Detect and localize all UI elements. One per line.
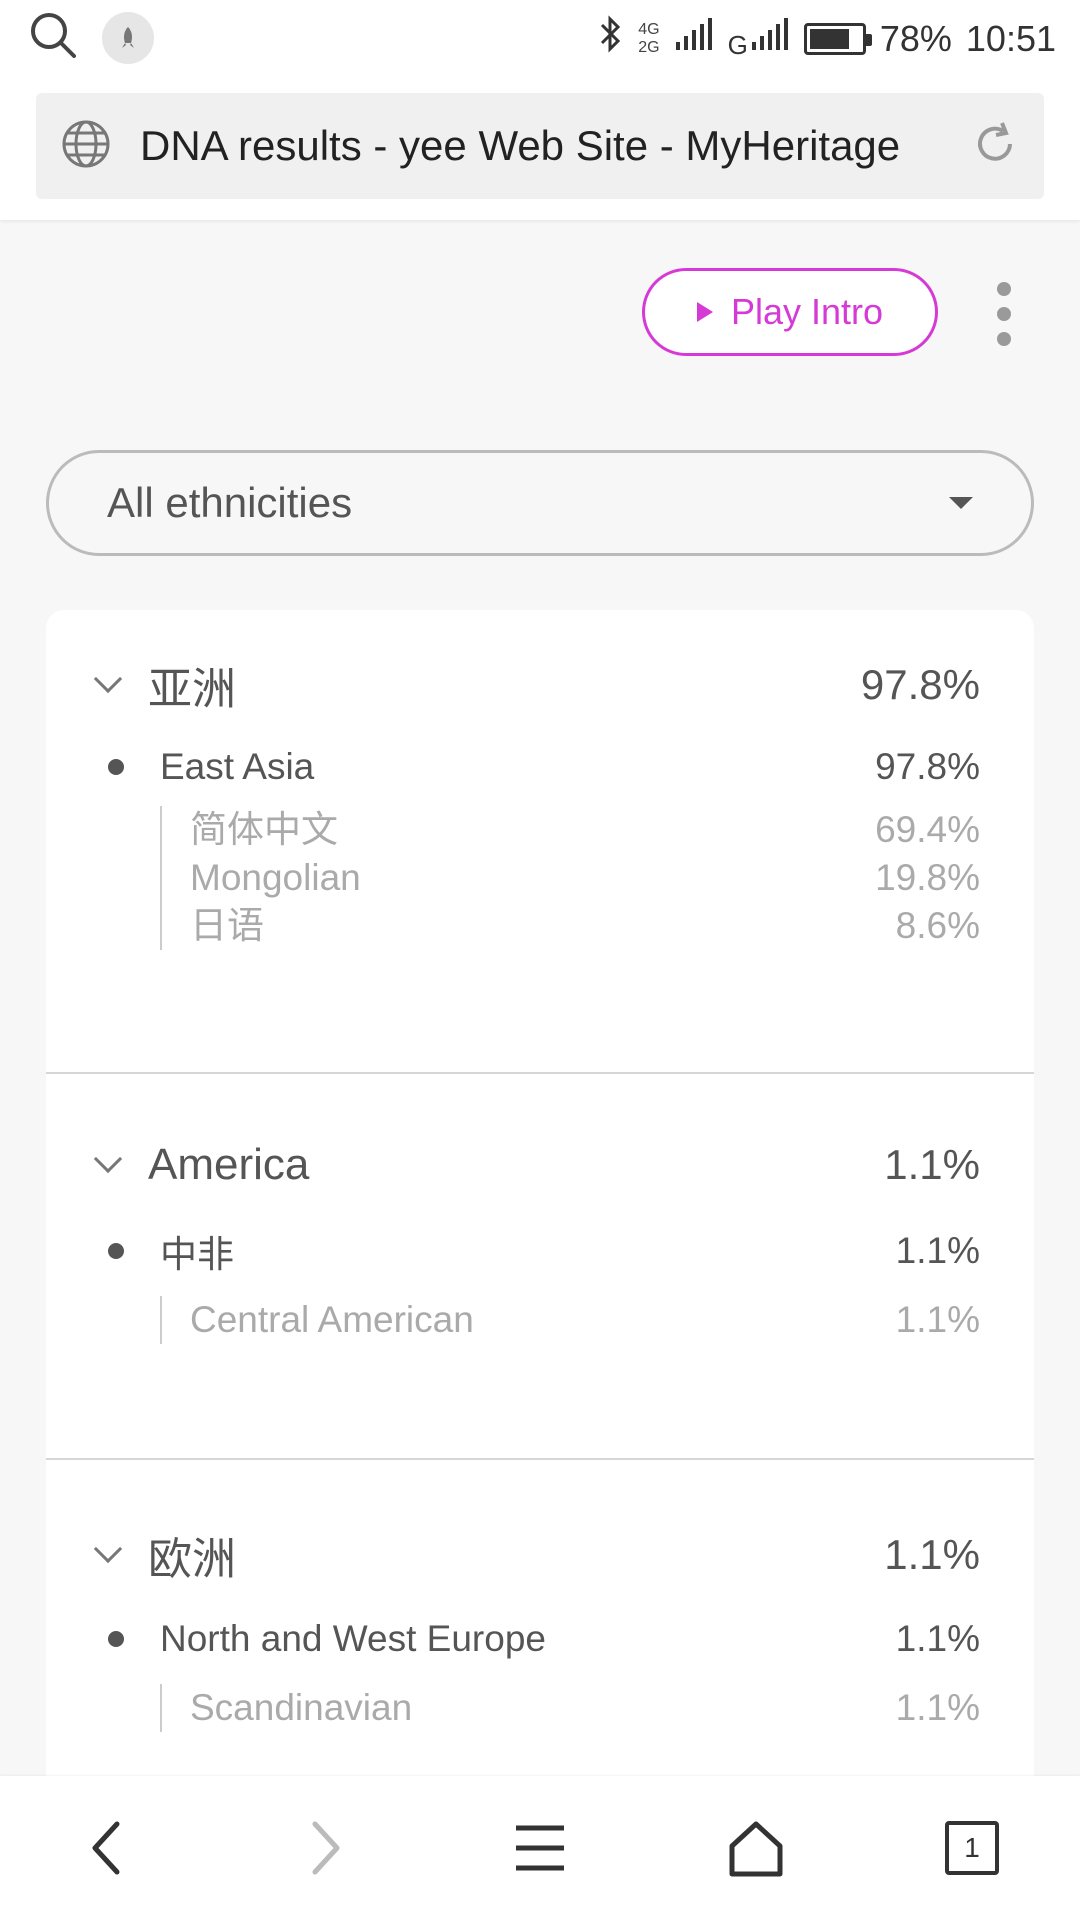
more-options-icon[interactable]	[990, 282, 1018, 346]
subregion-percent: 97.8%	[875, 746, 980, 787]
detail-percent: 1.1%	[895, 1687, 980, 1728]
subregion-percent: 1.1%	[895, 1618, 980, 1659]
play-intro-button[interactable]: Play Intro	[642, 268, 938, 356]
chevron-down-icon	[93, 1144, 123, 1174]
subregion-name: East Asia	[160, 746, 315, 787]
region-name: America	[148, 1140, 310, 1189]
detail-percent: 8.6%	[895, 905, 980, 946]
carrier-mark: G	[727, 30, 748, 60]
menu-icon	[516, 1825, 564, 1871]
detail-row: Scandinavian 1.1%	[190, 1684, 980, 1732]
region-percent: 97.8%	[860, 661, 980, 708]
detail-percent: 69.4%	[875, 809, 980, 850]
region-america: America 1.1% 中非 1.1% Central American 1.…	[46, 1090, 1034, 1460]
ethnicity-card: 亚洲 97.8% East Asia 97.8% 简体中文 69.4% Mong…	[46, 610, 1034, 1776]
rocket-icon[interactable]	[102, 11, 154, 64]
chevron-down-icon	[93, 1534, 123, 1564]
reload-icon[interactable]	[970, 119, 1020, 174]
signal-group-2: G	[728, 16, 790, 61]
detail-row: Mongolian 19.8%	[190, 854, 980, 902]
detail-row: 日语 8.6%	[190, 902, 980, 950]
clock: 10:51	[965, 17, 1056, 59]
network-top-label: 4G	[638, 20, 660, 38]
more-dot	[997, 307, 1011, 321]
bluetooth-icon	[598, 14, 624, 63]
chevron-down-icon	[93, 664, 123, 694]
signal-icon-1	[674, 16, 714, 61]
filter-selected-value: All ethnicities	[107, 479, 353, 526]
region-percent: 1.1%	[884, 1141, 980, 1188]
address-bar[interactable]: DNA results - yee Web Site - MyHeritage	[36, 93, 1044, 199]
detail-row: 简体中文 69.4%	[190, 806, 980, 854]
region-header[interactable]: 亚洲 97.8%	[46, 610, 1034, 760]
detail-list: 简体中文 69.4% Mongolian 19.8% 日语 8.6%	[160, 806, 980, 950]
subregion-row: North and West Europe 1.1%	[46, 1614, 1034, 1664]
globe-icon	[60, 118, 112, 175]
home-icon	[729, 1821, 783, 1877]
battery-percent: 78%	[879, 17, 952, 59]
page-title-url[interactable]: DNA results - yee Web Site - MyHeritage	[140, 122, 970, 170]
page-content: Play Intro All ethnicities 亚洲 97.8% East…	[0, 220, 1080, 1776]
back-button[interactable]	[63, 1803, 153, 1893]
region-header[interactable]: America 1.1%	[46, 1090, 1034, 1240]
region-europe: 欧洲 1.1% North and West Europe 1.1% Scand…	[46, 1480, 1034, 1776]
home-button[interactable]	[711, 1803, 801, 1893]
more-dot	[997, 332, 1011, 346]
bullet-dot	[108, 1631, 124, 1647]
region-percent: 1.1%	[884, 1531, 980, 1578]
subregion-row: East Asia 97.8%	[46, 742, 1034, 792]
signal-icon-2	[750, 16, 790, 61]
dropdown-arrow-icon	[949, 497, 973, 509]
browser-nav-bar: 1	[0, 1776, 1080, 1920]
subregion-percent: 1.1%	[895, 1230, 980, 1271]
forward-button[interactable]	[279, 1803, 369, 1893]
play-intro-label: Play Intro	[730, 291, 884, 332]
detail-name: 简体中文	[190, 809, 338, 850]
detail-row: Central American 1.1%	[190, 1296, 980, 1344]
ethnicity-filter-select[interactable]: All ethnicities	[46, 450, 1034, 556]
search-icon[interactable]	[28, 10, 78, 65]
detail-name: Scandinavian	[190, 1687, 413, 1728]
more-dot	[997, 282, 1011, 296]
forward-arrow-icon	[312, 1821, 340, 1875]
bullet-dot	[108, 759, 124, 775]
browser-toolbar: DNA results - yee Web Site - MyHeritage	[0, 78, 1080, 220]
detail-list: Central American 1.1%	[160, 1296, 980, 1344]
menu-button[interactable]	[495, 1803, 585, 1893]
tabs-icon: 1	[945, 1821, 999, 1875]
subregion-name: North and West Europe	[160, 1618, 546, 1659]
tab-count: 1	[964, 1832, 980, 1863]
detail-list: Scandinavian 1.1%	[160, 1684, 980, 1732]
region-header[interactable]: 欧洲 1.1%	[46, 1480, 1034, 1630]
region-name: 亚洲	[148, 665, 236, 714]
detail-name: Central American	[190, 1299, 474, 1340]
subregion-row: 中非 1.1%	[46, 1226, 1034, 1276]
detail-percent: 1.1%	[895, 1299, 980, 1340]
back-arrow-icon	[92, 1821, 120, 1875]
detail-name: 日语	[190, 905, 264, 946]
bullet-dot	[108, 1243, 124, 1259]
region-asia: 亚洲 97.8% East Asia 97.8% 简体中文 69.4% Mong…	[46, 610, 1034, 1074]
status-bar: 4G 2G G 78% 10:51	[0, 0, 1080, 78]
network-type: 4G 2G	[638, 21, 659, 57]
region-name: 欧洲	[148, 1535, 236, 1584]
detail-percent: 19.8%	[875, 857, 980, 898]
network-bottom-label: 2G	[638, 38, 660, 56]
play-icon	[696, 302, 713, 322]
detail-name: Mongolian	[190, 857, 361, 898]
battery-icon	[803, 22, 872, 55]
battery-fill	[809, 28, 849, 49]
subregion-name: 中非	[160, 1234, 234, 1275]
tabs-button[interactable]: 1	[927, 1803, 1017, 1893]
